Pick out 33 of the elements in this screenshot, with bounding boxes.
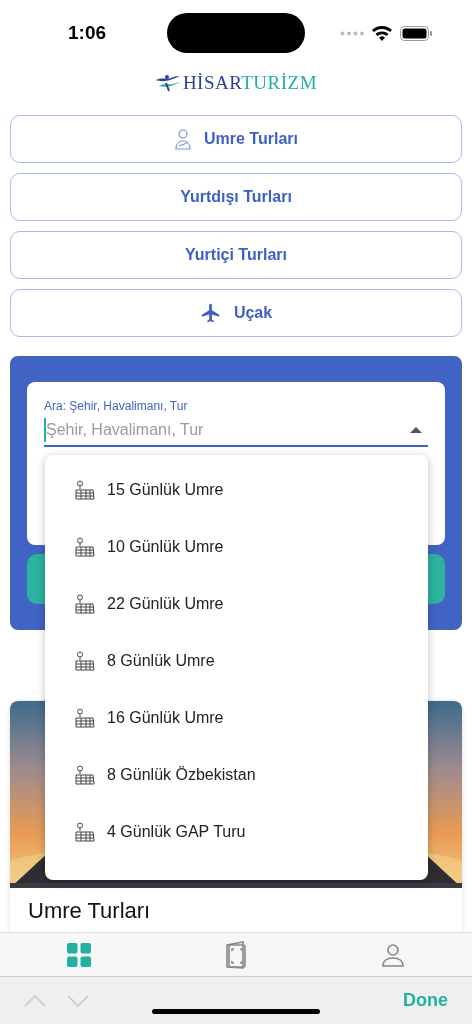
dropdown-option[interactable]: 16 Günlük Umre xyxy=(45,689,428,746)
wifi-icon xyxy=(372,25,392,41)
battery-icon xyxy=(400,25,432,41)
search-input[interactable]: Şehir, Havalimanı, Tur xyxy=(44,418,410,442)
category-button[interactable]: Yurtiçi Turları xyxy=(10,231,462,279)
status-time: 1:06 xyxy=(68,20,107,45)
map-pin-icon xyxy=(75,764,95,785)
card-title: Umre Turları xyxy=(28,898,151,923)
dropdown-option[interactable]: 8 Günlük Umre xyxy=(45,632,428,689)
dropdown-option[interactable]: 10 Günlük Umre xyxy=(45,518,428,575)
logo-text: HİSARTURİZM xyxy=(182,70,318,95)
field-label: Ara: Şehir, Havalimanı, Tur xyxy=(44,398,189,415)
map-pin-icon xyxy=(75,593,95,614)
category-button[interactable]: Uçak xyxy=(10,289,462,337)
map-pin-icon xyxy=(75,821,95,842)
person-icon xyxy=(174,128,192,150)
caret-icon[interactable] xyxy=(410,427,422,433)
dropdown-option[interactable]: 22 Günlük Umre xyxy=(45,575,428,632)
map-pin-icon xyxy=(75,479,95,500)
logo-bird-icon xyxy=(154,74,181,92)
dropdown-option[interactable]: 15 Günlük Umre xyxy=(45,461,428,518)
dropdown-option[interactable]: 4 Günlük GAP Turu xyxy=(45,803,428,860)
map-pin-icon xyxy=(75,707,95,728)
map-pin-icon xyxy=(75,536,95,557)
grid-icon[interactable] xyxy=(66,942,91,967)
passport-icon[interactable] xyxy=(225,940,247,969)
user-icon[interactable] xyxy=(381,942,406,967)
signal-icon xyxy=(340,30,364,36)
airplane-icon xyxy=(199,302,222,324)
map-pin-icon xyxy=(75,650,95,671)
category-button[interactable]: Yurtdışı Turları xyxy=(10,173,462,221)
dropdown-option[interactable]: 8 Günlük Özbekistan xyxy=(45,746,428,803)
category-button[interactable]: Umre Turları xyxy=(10,115,462,163)
